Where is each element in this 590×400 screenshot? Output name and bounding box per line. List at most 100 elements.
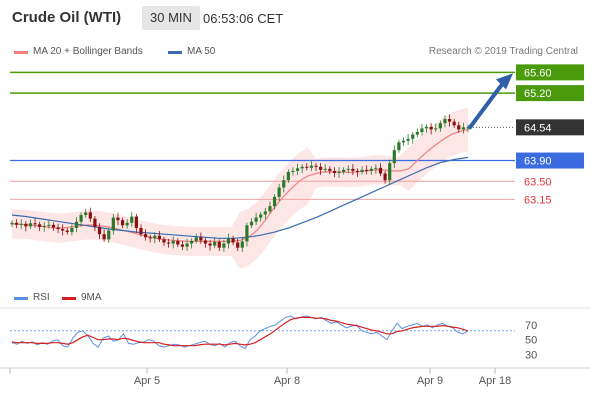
candle-body (180, 244, 185, 247)
candle-body (65, 230, 69, 233)
candle-body (286, 171, 290, 181)
candle-body (392, 150, 396, 164)
candle-body (452, 121, 456, 126)
candle-body (249, 221, 254, 226)
candle-body (208, 243, 212, 246)
candle-body (111, 217, 115, 231)
candle-body (263, 211, 267, 215)
candle-body (217, 241, 221, 248)
candle-body (24, 223, 28, 227)
candle-body (213, 241, 217, 246)
candle-body (378, 167, 383, 174)
candle-body (420, 128, 424, 133)
resistance-label-1: 65.60 (524, 67, 552, 79)
candle-body (236, 242, 240, 248)
candle-body (406, 138, 410, 141)
candle-body (79, 214, 83, 222)
candle-body (328, 168, 332, 171)
candle-body (10, 222, 14, 225)
candle-body (47, 224, 51, 226)
support-label-2: 63.15 (524, 194, 552, 206)
candle-body (332, 170, 337, 173)
support-label-1: 63.50 (524, 176, 552, 188)
candle-body (171, 240, 175, 244)
rsi-tick-label: 30 (525, 350, 537, 362)
candle-body (374, 167, 378, 169)
candle-body (351, 168, 355, 171)
candle-body (33, 223, 37, 225)
candle-body (291, 170, 295, 172)
candle-body (102, 234, 106, 240)
candle-body (268, 206, 272, 212)
candle-body (28, 223, 33, 227)
candle-body (157, 235, 161, 240)
candle-body (323, 168, 327, 170)
candle-body (38, 224, 42, 227)
candle-body (139, 227, 143, 235)
candle-body (134, 216, 138, 228)
time-tick-label: Apr 5 (134, 375, 160, 387)
target-arrow-shaft (468, 82, 504, 130)
candle-body (295, 168, 300, 171)
candle-body (434, 128, 438, 130)
candle-body (342, 169, 346, 172)
candle-body (314, 165, 318, 167)
candle-body (365, 169, 369, 171)
candle-body (167, 242, 171, 244)
candle-body (388, 163, 392, 181)
candle-body (15, 222, 19, 225)
candle-body (74, 221, 79, 228)
candle-body (411, 134, 415, 139)
candle-body (84, 212, 88, 215)
candle-body (300, 166, 304, 169)
candle-body (51, 224, 56, 228)
candle-body (401, 140, 406, 143)
candle-body (176, 240, 180, 245)
candle-body (309, 165, 313, 168)
candle-body (259, 214, 263, 218)
candle-body (185, 243, 189, 247)
candle-body (245, 225, 249, 242)
candle-body (162, 239, 166, 243)
candle-body (125, 222, 129, 226)
time-tick-label: Apr 18 (479, 375, 511, 387)
pivot-label: 63.90 (524, 156, 552, 168)
candle-body (199, 237, 203, 241)
candle-body (254, 217, 258, 222)
candle-body (429, 126, 433, 130)
candle-body (153, 235, 157, 239)
time-tick-label: Apr 9 (417, 375, 443, 387)
candle-body (240, 241, 244, 248)
bollinger-band (12, 107, 468, 269)
candle-body (93, 218, 97, 227)
candle-body (203, 240, 208, 244)
candle-body (360, 169, 364, 172)
candle-body (272, 196, 277, 207)
candle-body (116, 217, 120, 221)
candle-body (438, 123, 442, 129)
rsi-tick-label: 70 (525, 320, 537, 332)
candle-body (397, 142, 401, 151)
candle-body (447, 119, 452, 122)
candle-body (88, 212, 92, 219)
last-price-label: 64.54 (524, 122, 552, 134)
candle-body (415, 132, 419, 135)
candle-body (130, 216, 134, 223)
candle-body (70, 227, 74, 233)
candle-body (194, 237, 198, 241)
candle-body (424, 126, 429, 129)
candle-body (61, 228, 65, 231)
candle-body (19, 223, 23, 225)
candle-body (222, 243, 226, 248)
candle-body (457, 125, 461, 130)
price-chart[interactable]: 65.60 65.20 64.54 63.90 63.50 63.15 70 50 30 Ap… (0, 0, 590, 400)
candle-body (346, 168, 350, 170)
candle-body (337, 171, 341, 173)
candle-body (369, 168, 373, 171)
candle-body (443, 119, 447, 124)
time-tick-label: Apr 8 (274, 375, 300, 387)
candle-body (42, 225, 46, 227)
candle-body (190, 240, 194, 244)
candle-body (355, 170, 360, 172)
candle-body (461, 127, 465, 130)
